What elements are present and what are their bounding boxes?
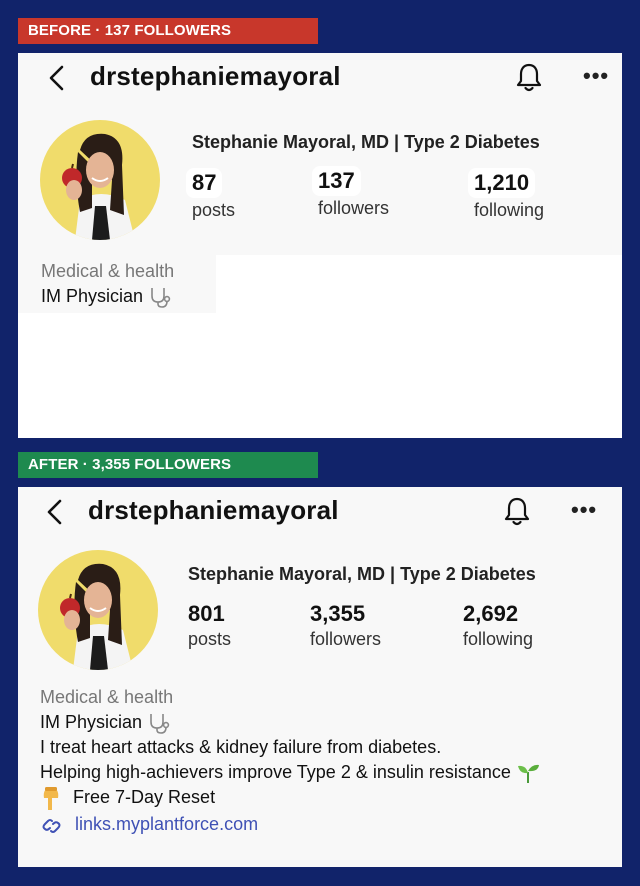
category-label: Medical & health	[40, 687, 174, 707]
following-label: following	[463, 629, 534, 649]
link-icon	[42, 818, 61, 833]
followers-count: 3,355	[310, 601, 366, 626]
following-label: following	[474, 200, 545, 220]
bio-line: IM Physician	[41, 284, 174, 309]
posts-count: 801	[188, 601, 225, 626]
before-badge: BEFORE · 137 FOLLOWERS	[18, 18, 318, 44]
posts-count: 87	[186, 168, 223, 198]
profile-handle: drstephaniemayoral	[90, 61, 341, 91]
profile-bio: Medical & health IM Physician	[41, 259, 174, 309]
bell-icon[interactable]	[502, 495, 532, 527]
followers-label: followers	[318, 198, 390, 218]
more-options-icon[interactable]: •••	[571, 497, 597, 523]
stethoscope-icon	[150, 714, 170, 735]
category-label: Medical & health	[41, 261, 175, 281]
posts-label: posts	[192, 200, 236, 220]
following-count: 1,210	[468, 168, 536, 198]
posts-stat[interactable]: 87 posts	[186, 168, 236, 221]
profile-name: Stephanie Mayoral, MD | Type 2 Diabetes	[192, 132, 540, 152]
posts-label: posts	[188, 629, 232, 649]
following-count: 2,692	[463, 601, 519, 626]
bell-icon[interactable]	[514, 61, 544, 93]
bio-line: Helping high-achievers improve Type 2 & …	[40, 760, 540, 785]
profile-header: drstephaniemayoral •••	[18, 57, 622, 101]
bio-line: IM Physician	[40, 710, 540, 735]
bio-line: I treat heart attacks & kidney failure f…	[40, 737, 442, 757]
chevron-left-icon[interactable]	[44, 63, 70, 93]
seedling-icon	[517, 765, 539, 784]
profile-handle: drstephaniemayoral	[88, 495, 339, 525]
profile-name: Stephanie Mayoral, MD | Type 2 Diabetes	[188, 564, 536, 584]
profile-before-panel: drstephaniemayoral ••• Stephanie Mayoral…	[18, 53, 622, 438]
following-stat[interactable]: 1,210 following	[468, 168, 545, 221]
profile-header: drstephaniemayoral •••	[18, 491, 622, 535]
following-stat[interactable]: 2,692 following	[463, 601, 533, 650]
followers-stat[interactable]: 137 followers	[312, 166, 390, 219]
pointing-down-icon	[43, 787, 59, 811]
profile-link[interactable]: links.myplantforce.com	[40, 812, 540, 837]
stethoscope-icon	[151, 288, 171, 309]
profile-after-panel: drstephaniemayoral ••• Stephanie Mayoral…	[18, 487, 622, 867]
followers-label: followers	[310, 629, 382, 649]
followers-count: 137	[312, 166, 361, 196]
avatar[interactable]	[40, 120, 160, 240]
chevron-left-icon[interactable]	[42, 497, 68, 527]
avatar[interactable]	[38, 550, 158, 670]
more-options-icon[interactable]: •••	[583, 63, 609, 89]
posts-stat[interactable]: 801 posts	[188, 601, 231, 650]
after-badge: AFTER · 3,355 FOLLOWERS	[18, 452, 318, 478]
followers-stat[interactable]: 3,355 followers	[310, 601, 381, 650]
profile-bio: Medical & health IM Physician I treat he…	[40, 685, 540, 837]
bio-line: Free 7-Day Reset	[40, 785, 540, 811]
